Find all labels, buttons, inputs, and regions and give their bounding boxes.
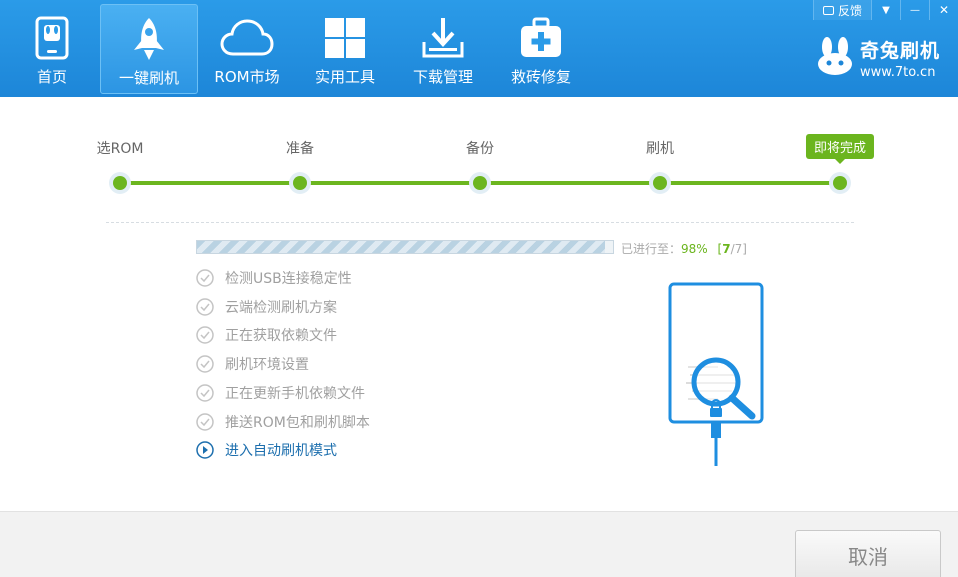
check-circle-icon [196,413,214,431]
task-label: 正在更新手机依赖文件 [225,386,365,402]
brand-name: 奇兔刷机 [859,40,940,62]
progress-count: [7/7] [718,242,747,256]
task-label: 推送ROM包和刷机脚本 [225,415,370,431]
rocket-icon [121,15,177,63]
task-item: 刷机环境设置 [196,354,309,374]
step-dot-select-rom [109,172,131,194]
usb-plug [711,422,721,438]
nav-rom-market[interactable]: ROM市场 [198,4,296,94]
chevron-down-icon: ▼ [882,4,890,16]
step-label-flash: 刷机 [646,141,674,157]
minimize-icon: — [910,4,920,16]
check-circle-icon [196,269,214,287]
task-item: 正在更新手机依赖文件 [196,383,365,403]
phone-icon [24,14,80,62]
top-header: 首页 一键刷机 ROM市场 实用工具 下载管理 救砖修复 反馈 ▼ — ✕ 奇兔… [0,0,958,97]
grid-icon [317,14,373,62]
progress-status: 已进行至：98% [7/7] [621,240,747,257]
task-label: 进入自动刷机模式 [225,443,337,459]
step-label-prepare: 准备 [286,141,314,157]
check-circle-icon [196,384,214,402]
check-circle-icon [196,326,214,344]
flash-progress-fill [197,241,605,253]
nav-download-manager-label: 下载管理 [412,68,473,86]
close-button[interactable]: ✕ [929,0,958,20]
nav-brick-repair[interactable]: 救砖修复 [492,4,590,94]
task-item: 推送ROM包和刷机脚本 [196,412,370,432]
rabbit-logo-icon [816,36,854,80]
nav-utilities[interactable]: 实用工具 [296,4,394,94]
nav-brick-repair-label: 救砖修复 [510,68,571,86]
step-dot-flash [649,172,671,194]
phone-scan-illustration [668,282,764,466]
flash-step-indicator: 选ROM 准备 备份 刷机 即将完成 [97,130,875,200]
nav-home[interactable]: 首页 [4,4,100,94]
usb-cable [714,438,718,466]
task-label: 检测USB连接稳定性 [225,271,352,287]
step-dot-prepare [289,172,311,194]
step-dot-almost-done [829,172,851,194]
progress-count-total: /7] [730,242,747,256]
menu-button[interactable]: ▼ [871,0,900,20]
check-circle-icon [196,355,214,373]
task-item: 正在获取依赖文件 [196,325,337,345]
first-aid-icon [513,14,569,62]
task-label: 正在获取依赖文件 [225,328,337,344]
step-label-backup: 备份 [466,141,494,157]
play-circle-icon [196,441,214,459]
nav-rom-market-label: ROM市场 [214,68,280,86]
section-divider [106,222,854,223]
cloud-icon [219,14,275,62]
progress-count-done: 7 [722,242,731,256]
nav-one-click-flash-label: 一键刷机 [118,69,179,87]
nav-download-manager[interactable]: 下载管理 [394,4,492,94]
brand-url: www.7to.cn [859,65,936,80]
nav-utilities-label: 实用工具 [314,68,375,86]
minimize-button[interactable]: — [900,0,929,20]
flash-progress-bar [196,240,614,254]
nav-home-label: 首页 [36,68,67,86]
nav-one-click-flash[interactable]: 一键刷机 [100,4,198,94]
cancel-button[interactable]: 取消 [795,530,941,577]
main-nav: 首页 一键刷机 ROM市场 实用工具 下载管理 救砖修复 [0,0,590,97]
task-item: 检测USB连接稳定性 [196,268,352,288]
feedback-button[interactable]: 反馈 [813,0,871,20]
task-item-current: 进入自动刷机模式 [196,440,337,460]
window-controls: 反馈 ▼ — ✕ [813,0,958,20]
speech-bubble-icon [822,5,834,15]
feedback-label: 反馈 [837,3,862,18]
step-dot-backup [469,172,491,194]
step-label-select-rom: 选ROM [96,141,144,157]
task-item: 云端检测刷机方案 [196,297,337,317]
progress-percent: 98% [681,242,708,256]
task-label: 刷机环境设置 [225,357,309,373]
step-label-almost-done: 即将完成 [805,134,875,164]
brand-logo: 奇兔刷机 www.7to.cn [816,36,940,80]
close-icon: ✕ [938,3,950,17]
progress-prefix: 已进行至： [621,242,682,256]
check-circle-icon [196,298,214,316]
task-label: 云端检测刷机方案 [225,300,337,316]
download-icon [415,14,471,62]
